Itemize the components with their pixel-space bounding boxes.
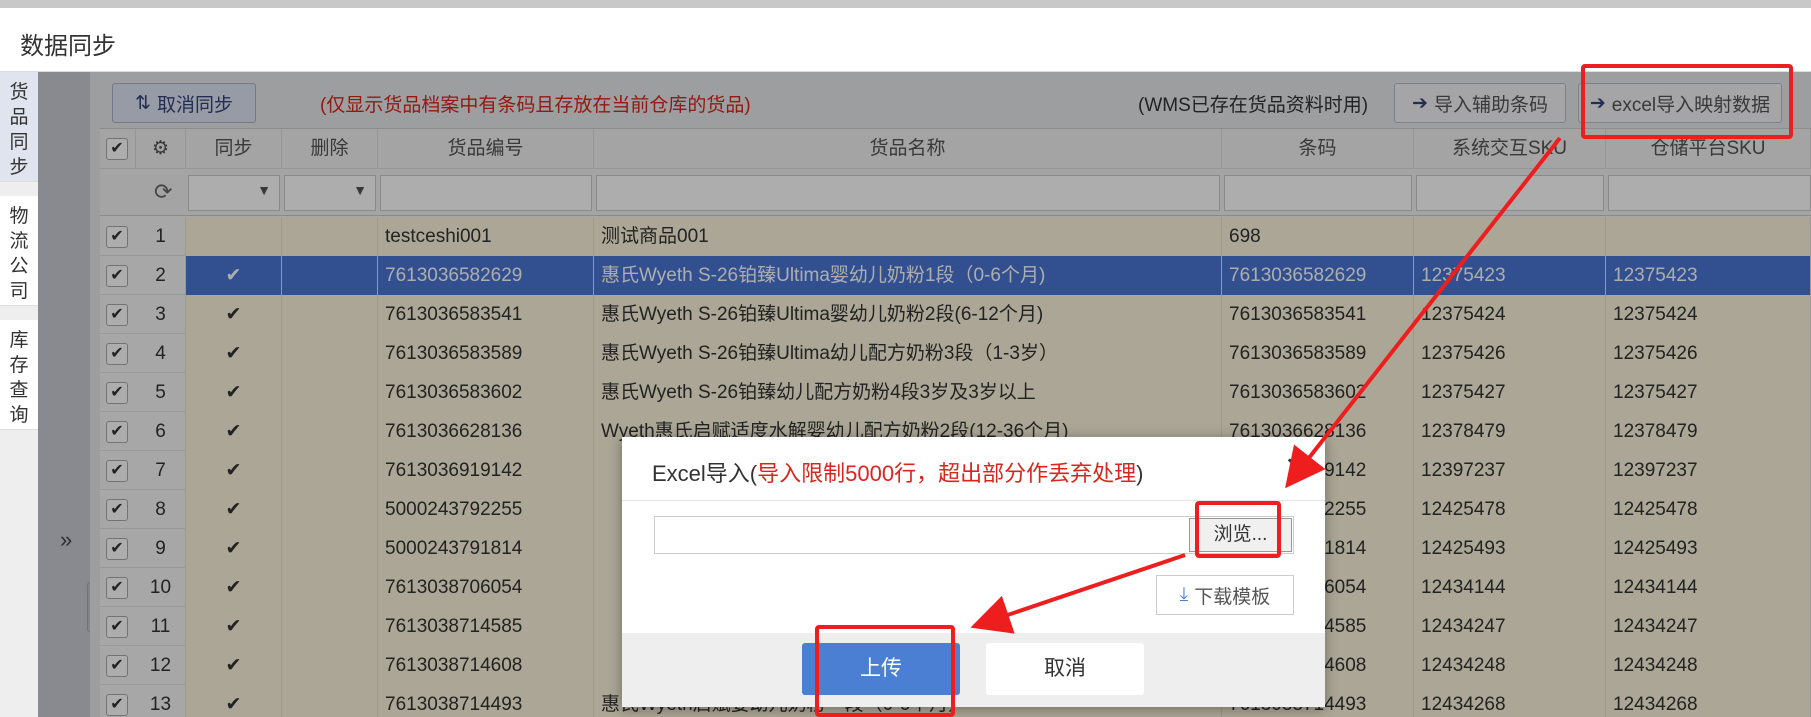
tab-char: 存 bbox=[9, 355, 29, 376]
download-icon: ⤓ bbox=[1179, 584, 1189, 605]
window-top-strip bbox=[0, 0, 1811, 8]
tab-char: 库 bbox=[9, 330, 29, 351]
dialog-header: Excel导入(导入限制5000行，超出部分作丢弃处理) ✕ bbox=[622, 437, 1325, 501]
download-template-label: 下载模板 bbox=[1194, 586, 1271, 608]
tab-goods-sync[interactable]: 货 品 同 步 bbox=[0, 72, 38, 182]
tab-inventory[interactable]: 库 存 查 询 bbox=[0, 320, 38, 430]
highlight-browse bbox=[1195, 501, 1281, 558]
tab-char: 查 bbox=[9, 380, 29, 401]
tab-char: 司 bbox=[9, 281, 29, 302]
highlight-upload bbox=[815, 625, 955, 717]
dialog-title-warning: 导入限制5000行，超出部分作丢弃处理 bbox=[757, 461, 1137, 486]
tab-char: 公 bbox=[9, 256, 29, 277]
download-template-button[interactable]: ⤓ 下载模板 bbox=[1156, 575, 1294, 615]
excel-import-dialog: Excel导入(导入限制5000行，超出部分作丢弃处理) ✕ 浏览... ⤓ 下… bbox=[622, 437, 1325, 707]
cancel-button[interactable]: 取消 bbox=[986, 643, 1144, 695]
tab-char: 物 bbox=[9, 206, 29, 227]
dialog-title: Excel导入(导入限制5000行，超出部分作丢弃处理) bbox=[652, 456, 1143, 488]
tab-logistics[interactable]: 物 流 公 司 bbox=[0, 196, 38, 306]
highlight-excel-import bbox=[1581, 64, 1793, 139]
tab-char: 品 bbox=[9, 107, 29, 128]
dialog-title-prefix: Excel导入( bbox=[652, 461, 758, 486]
dialog-footer bbox=[622, 633, 1325, 707]
tab-char: 同 bbox=[9, 132, 29, 153]
page-title: 数据同步 bbox=[20, 33, 116, 60]
tab-char: 流 bbox=[9, 231, 29, 252]
left-tab-bar: 货 品 同 步 物 流 公 司 库 存 查 询 bbox=[0, 72, 38, 717]
tab-char: 货 bbox=[9, 82, 29, 103]
dialog-title-suffix: ) bbox=[1136, 461, 1144, 486]
title-bar: 数据同步 bbox=[0, 8, 1811, 72]
tab-char: 步 bbox=[9, 157, 29, 178]
close-icon[interactable]: ✕ bbox=[1284, 451, 1309, 486]
tab-char: 询 bbox=[9, 405, 29, 426]
